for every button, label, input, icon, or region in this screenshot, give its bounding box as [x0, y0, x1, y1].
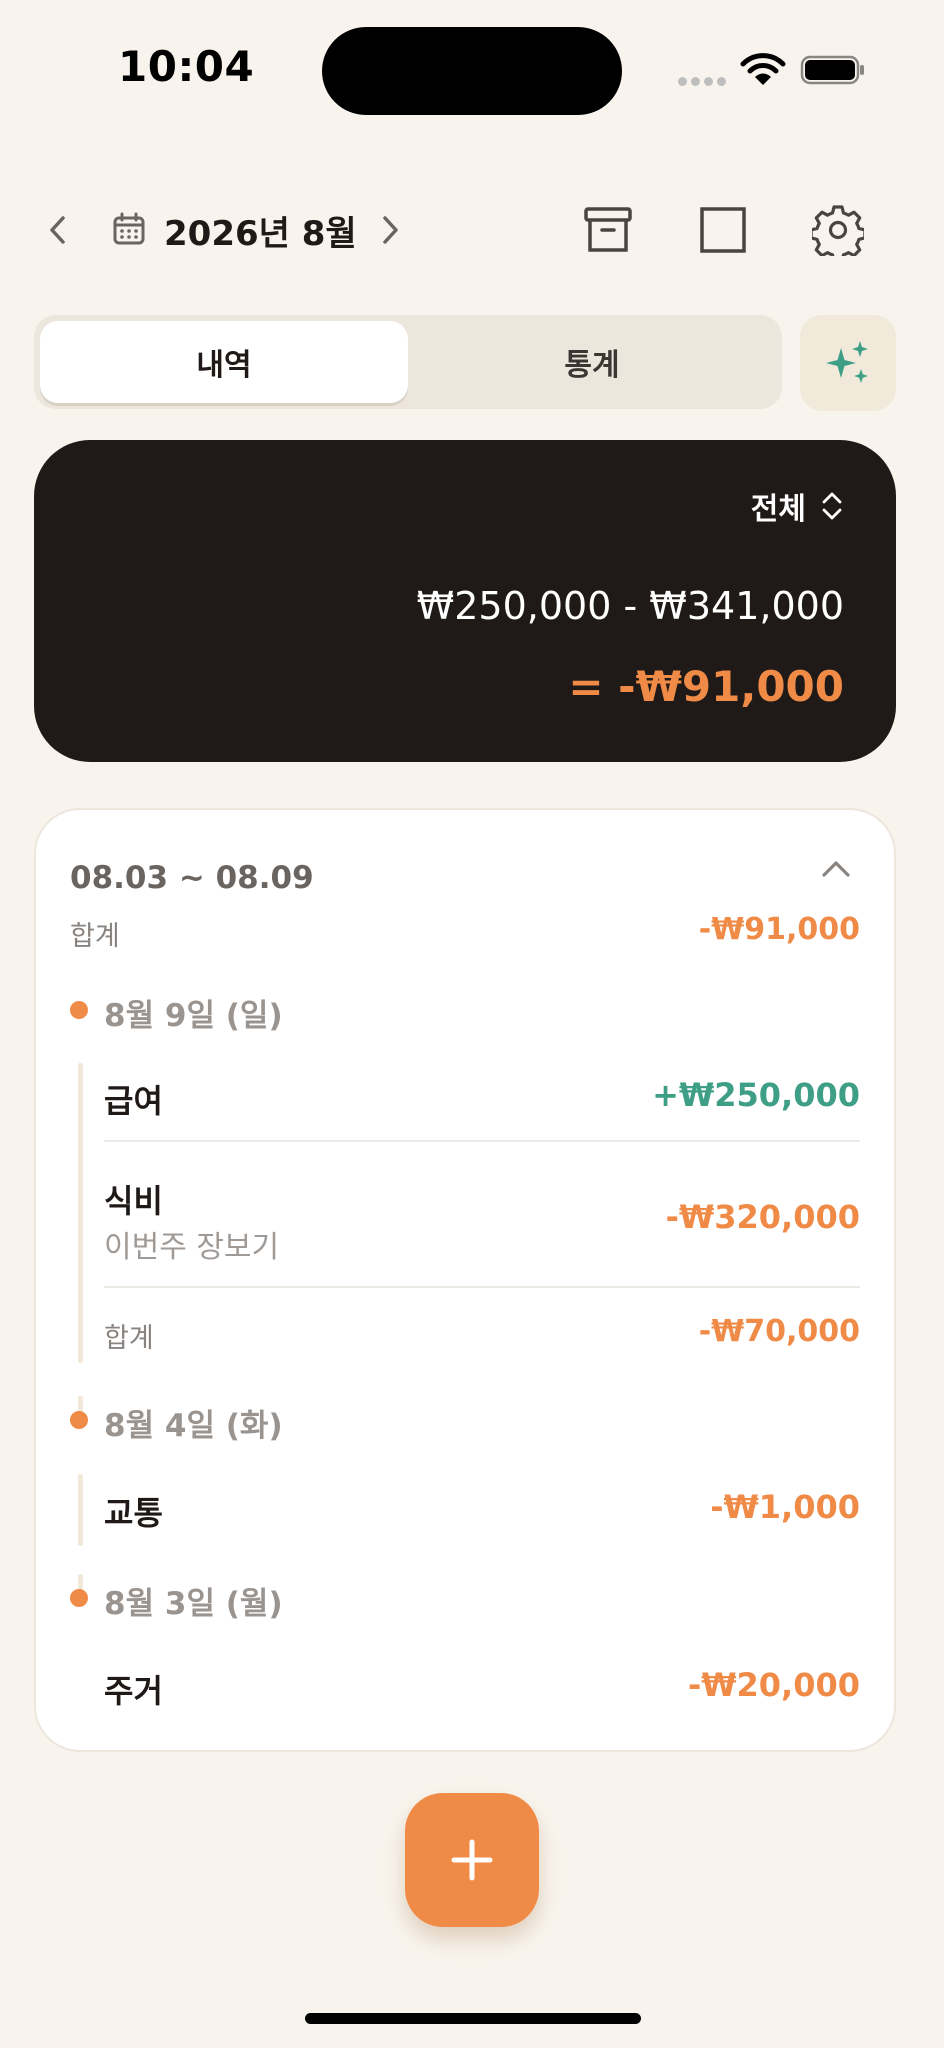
- filter-selector[interactable]: 전체: [751, 484, 844, 528]
- timeline-bar: [78, 1063, 83, 1363]
- timeline-bar: [78, 1396, 83, 1412]
- chevron-up-down-icon: [822, 492, 842, 520]
- ai-assistant-button[interactable]: [800, 315, 896, 411]
- transaction-category: 식비: [104, 1182, 163, 1220]
- gear-icon: [812, 205, 864, 256]
- archive-icon: [584, 207, 632, 252]
- transaction-amount: -₩20,000: [687, 1666, 860, 1704]
- status-bar: 10:04: [0, 0, 944, 130]
- wifi-icon: [740, 53, 786, 85]
- cellular-signal-icon: [678, 77, 726, 86]
- square-icon: [700, 207, 746, 253]
- transaction-category: 급여: [104, 1082, 163, 1120]
- chevron-up-icon[interactable]: [818, 854, 854, 884]
- view-toggle-button[interactable]: [693, 200, 753, 260]
- day-total-value: -₩70,000: [698, 1314, 860, 1349]
- month-title[interactable]: 2026년 8월: [164, 206, 357, 255]
- next-month-button[interactable]: [372, 210, 408, 250]
- status-time: 10:04: [118, 42, 255, 91]
- summary-card: 전체 ₩250,000 - ₩341,000 = -₩91,000: [34, 440, 896, 762]
- week-total-label: 합계: [70, 921, 120, 952]
- previous-month-button[interactable]: [40, 210, 76, 250]
- dynamic-island: [322, 27, 622, 115]
- timeline-bar: [78, 1474, 83, 1546]
- view-segment-control: 내역 통계: [34, 315, 782, 409]
- transaction-amount: -₩320,000: [665, 1198, 860, 1236]
- sparkles-icon: [826, 341, 868, 383]
- divider: [104, 1140, 860, 1142]
- divider: [104, 1286, 860, 1288]
- month-header: 2026년 8월: [0, 190, 944, 270]
- day-total-label: 합계: [104, 1323, 154, 1354]
- day-dot: [70, 1589, 88, 1607]
- tab-stats[interactable]: 통계: [408, 321, 776, 403]
- timeline-bar: [78, 1574, 83, 1590]
- income-expense-equation: ₩250,000 - ₩341,000: [417, 584, 844, 628]
- week-range: 08.03 ~ 08.09: [70, 860, 314, 896]
- calendar-icon[interactable]: [112, 212, 146, 246]
- day-dot: [70, 1411, 88, 1429]
- filter-label: 전체: [750, 492, 806, 527]
- net-total: = -₩91,000: [568, 662, 844, 711]
- transaction-amount: +₩250,000: [652, 1076, 860, 1114]
- minus-sign: -: [623, 584, 638, 628]
- week-card: 08.03 ~ 08.09 합계 -₩91,000 8월 9일 (일) 급여 +…: [34, 808, 896, 1752]
- chevron-left-icon: [50, 216, 65, 244]
- day-dot: [70, 1001, 88, 1019]
- expense-total: ₩341,000: [649, 584, 844, 628]
- plus-icon: [451, 1839, 493, 1881]
- transaction-amount: -₩1,000: [710, 1488, 860, 1526]
- week-total-value: -₩91,000: [698, 912, 860, 947]
- day-label: 8월 3일 (월): [104, 1586, 283, 1622]
- transaction-category: 교통: [104, 1494, 163, 1532]
- transaction-category: 주거: [104, 1672, 163, 1710]
- chevron-right-icon: [383, 216, 398, 244]
- archive-button[interactable]: [578, 200, 638, 260]
- home-indicator[interactable]: [305, 2013, 641, 2024]
- day-label: 8월 9일 (일): [104, 998, 283, 1034]
- settings-button[interactable]: [808, 200, 868, 260]
- battery-icon: [800, 55, 864, 85]
- tab-history[interactable]: 내역: [40, 321, 408, 403]
- transaction-memo: 이번주 장보기: [104, 1230, 280, 1265]
- income-total: ₩250,000: [416, 584, 612, 628]
- day-label: 8월 4일 (화): [104, 1408, 283, 1444]
- add-transaction-button[interactable]: [405, 1793, 539, 1927]
